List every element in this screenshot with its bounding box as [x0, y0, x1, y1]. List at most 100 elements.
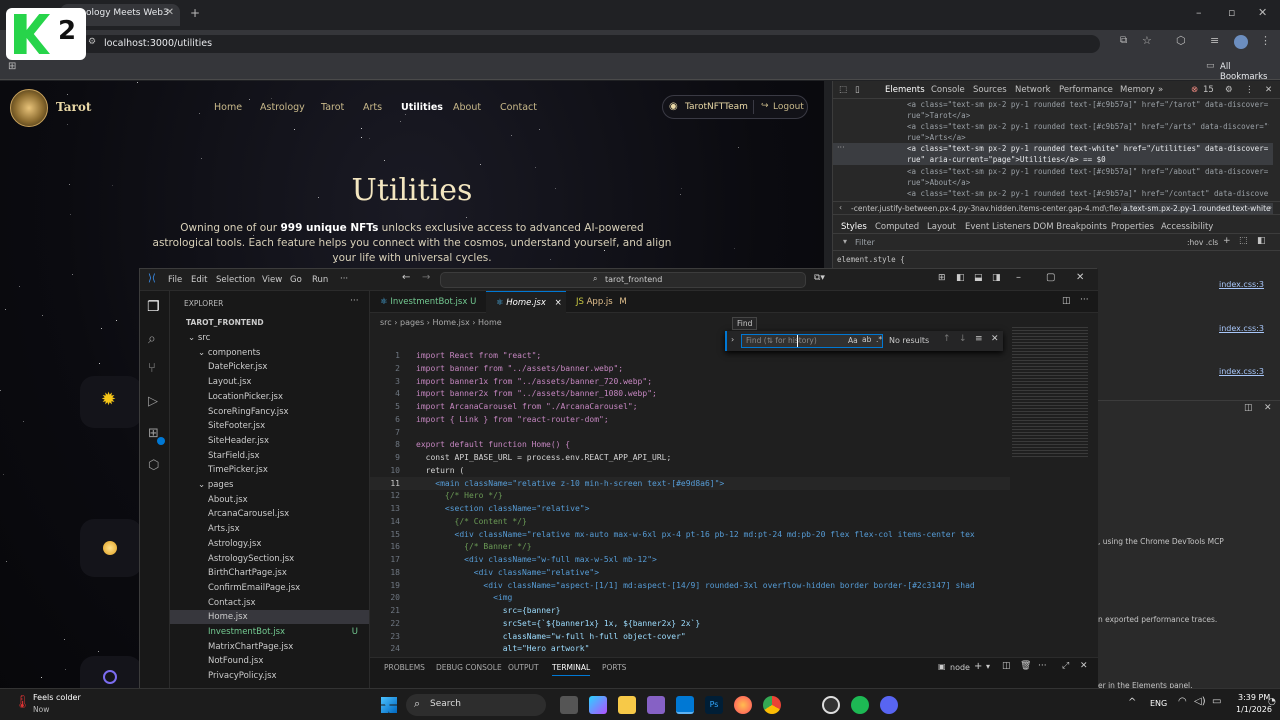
toggle-element-state-icon[interactable]: ⬚ — [1239, 236, 1248, 246]
nav-back-icon[interactable]: ← — [402, 272, 410, 283]
root-folder[interactable]: TAROT_FRONTEND — [186, 318, 264, 327]
breadcrumb-item[interactable]: src — [380, 318, 392, 327]
editor-tab-active[interactable]: ⚛ Home.jsx × — [486, 291, 566, 313]
weather-text[interactable]: Feels colder — [33, 693, 81, 702]
profile-avatar[interactable] — [1234, 35, 1248, 49]
panel-tab-ports[interactable]: PORTS — [602, 663, 626, 672]
firefox-icon[interactable] — [734, 696, 752, 714]
taskbar-search[interactable]: ⌕ Search — [406, 694, 546, 716]
new-terminal-icon[interactable]: + — [974, 661, 982, 672]
tree-file[interactable]: Layout.jsx — [170, 375, 369, 389]
tree-file[interactable]: TimePicker.jsx — [170, 463, 369, 477]
url-field[interactable]: ⚙ localhost:3000/utilities — [80, 35, 1100, 53]
regex-icon[interactable]: .* — [876, 335, 882, 344]
breadcrumb-item[interactable]: Home — [478, 318, 502, 327]
code-line[interactable]: 3 import banner1x from "../assets/banner_… — [370, 375, 1010, 388]
node-ellipsis-icon[interactable]: ··· — [837, 143, 845, 152]
find-prev-icon[interactable]: ↑ — [943, 334, 951, 344]
code-line[interactable]: 20 <img — [370, 591, 1010, 604]
tree-file[interactable]: ScoreRingFancy.jsx — [170, 405, 369, 419]
css-source-link[interactable]: index.css:3 — [1219, 324, 1264, 333]
code-line[interactable]: 24 alt="Hero artwork" — [370, 642, 1010, 655]
menu-icon[interactable]: ⋮ — [1260, 34, 1271, 47]
devtools-tab-performance[interactable]: Performance — [1059, 85, 1113, 95]
clock-time[interactable]: 3:39 PM — [1238, 693, 1270, 702]
tree-folder[interactable]: ⌄ pages — [170, 478, 369, 492]
subtab-properties[interactable]: Properties — [1111, 222, 1154, 232]
code-line[interactable]: 14 {/* Content */} — [370, 515, 1010, 528]
tree-file[interactable]: LocationPicker.jsx — [170, 390, 369, 404]
utility-card-orb[interactable] — [80, 519, 142, 577]
tree-folder[interactable]: ⌄ src — [170, 331, 369, 345]
code-line[interactable]: 22 srcSet={`${banner1x} 1x, ${banner2x} … — [370, 617, 1010, 630]
tree-file[interactable]: ConfirmEmailPage.jsx — [170, 581, 369, 595]
vscode-app-icon[interactable] — [676, 696, 694, 714]
tab-close-icon[interactable]: × — [555, 298, 562, 308]
panel-tab-output[interactable]: OUTPUT — [508, 663, 539, 672]
kill-terminal-icon[interactable]: 🗑 — [1020, 661, 1031, 671]
code-line[interactable]: 7 — [370, 426, 1010, 439]
search-view-icon[interactable]: ⌕ — [148, 331, 156, 347]
apps-icon[interactable]: ⊞ — [8, 61, 16, 72]
remote-icon[interactable]: ⬡ — [148, 458, 159, 473]
toggle-panel-icon[interactable]: ⬓ — [974, 273, 983, 283]
nav-home[interactable]: Home — [214, 102, 242, 113]
explorer-icon[interactable]: ❐ — [147, 299, 160, 315]
layout-icon[interactable]: ⊞ — [938, 273, 946, 283]
code-line[interactable]: 8 export default function Home() { — [370, 438, 1010, 451]
tree-file[interactable]: Astrology.jsx — [170, 537, 369, 551]
code-line[interactable]: 19 <div className="aspect-[1/1] md:aspec… — [370, 579, 1010, 592]
all-bookmarks[interactable]: All Bookmarks — [1220, 62, 1280, 82]
styles-filter-input[interactable]: Filter — [855, 238, 875, 247]
terminal-dropdown-icon[interactable]: ▾ — [986, 662, 990, 671]
code-line[interactable]: 23 className="w-full h-full object-cover… — [370, 630, 1010, 643]
css-source-link[interactable]: index.css:3 — [1219, 280, 1264, 289]
subtab-event-listeners[interactable]: Event Listeners — [965, 222, 1031, 232]
menu-more[interactable]: ··· — [340, 274, 348, 284]
devtools-tab-console[interactable]: Console — [931, 85, 965, 95]
tree-file[interactable]: AstrologySection.jsx — [170, 552, 369, 566]
code-line[interactable]: 13 <section className="relative"> — [370, 502, 1010, 515]
vscode-maximize-icon[interactable]: ▢ — [1046, 272, 1055, 283]
editor-tab[interactable]: ⚛ InvestmentBot.jsx U — [370, 291, 486, 313]
menu-run[interactable]: Run — [312, 275, 328, 285]
run-debug-icon[interactable]: ▷ — [148, 394, 158, 409]
drawer-dock-icon[interactable]: ◫ — [1244, 403, 1253, 413]
nav-forward-icon[interactable]: → — [422, 272, 430, 283]
chrome-icon[interactable] — [763, 696, 781, 714]
code-line[interactable]: 15 <div className="relative mx-auto max-… — [370, 528, 1010, 541]
clock-date[interactable]: 1/1/2026 — [1236, 705, 1272, 714]
explorer-more-icon[interactable]: ··· — [350, 296, 359, 306]
inspect-icon[interactable]: ⬚ — [839, 85, 847, 95]
minimap[interactable] — [1012, 327, 1088, 457]
dom-line[interactable]: rue">Arts</a> — [907, 132, 1269, 143]
tree-file[interactable]: ArcanaCarousel.jsx — [170, 507, 369, 521]
source-control-icon[interactable]: ⑂ — [148, 361, 156, 376]
photoshop-icon[interactable]: Ps — [705, 696, 723, 714]
crumb-active[interactable]: a.text-sm.px-2.py-1.rounded.text-white — [1121, 203, 1273, 214]
find-next-icon[interactable]: ↓ — [959, 334, 967, 344]
panel-tab-terminal[interactable]: TERMINAL — [552, 663, 591, 676]
panel-tab-debug-console[interactable]: DEBUG CONSOLE — [436, 663, 502, 672]
menu-view[interactable]: View — [262, 275, 282, 285]
dom-line[interactable]: rue">Tarot</a> — [907, 110, 1269, 121]
maximize-icon[interactable]: ▫ — [1228, 6, 1235, 19]
crumb[interactable]: -center.justify-between.px-4.py-3 — [851, 204, 975, 213]
dom-line[interactable]: <a class="text-sm px-2 py-1 rounded text… — [907, 166, 1269, 177]
close-window-icon[interactable]: ✕ — [1258, 6, 1267, 19]
panel-tab-problems[interactable]: PROBLEMS — [384, 663, 425, 672]
computed-sidebar-icon[interactable]: ◧ — [1257, 236, 1266, 246]
menu-file[interactable]: File — [168, 275, 182, 285]
tree-file[interactable]: DatePicker.jsx — [170, 360, 369, 374]
code-editor[interactable]: 1 import React from "react"; 2 import banne… — [370, 349, 1010, 661]
close-panel-icon[interactable]: ✕ — [1080, 661, 1088, 671]
install-icon[interactable]: ⧉ — [1120, 35, 1127, 46]
element-style-rule[interactable]: element.style { — [837, 255, 905, 264]
crumb-scroll-left-icon[interactable]: ‹ — [839, 203, 842, 212]
dom-line-selected[interactable]: <a class="text-sm px-2 py-1 rounded text… — [907, 143, 1269, 154]
crumb-scroll-right-icon[interactable]: › — [1269, 203, 1272, 212]
visual-studio-icon[interactable] — [647, 696, 665, 714]
site-logo[interactable] — [10, 89, 48, 127]
code-line[interactable]: 2 import banner from "../assets/banner.we… — [370, 362, 1010, 375]
maximize-panel-icon[interactable]: ⤢ — [1062, 661, 1069, 671]
